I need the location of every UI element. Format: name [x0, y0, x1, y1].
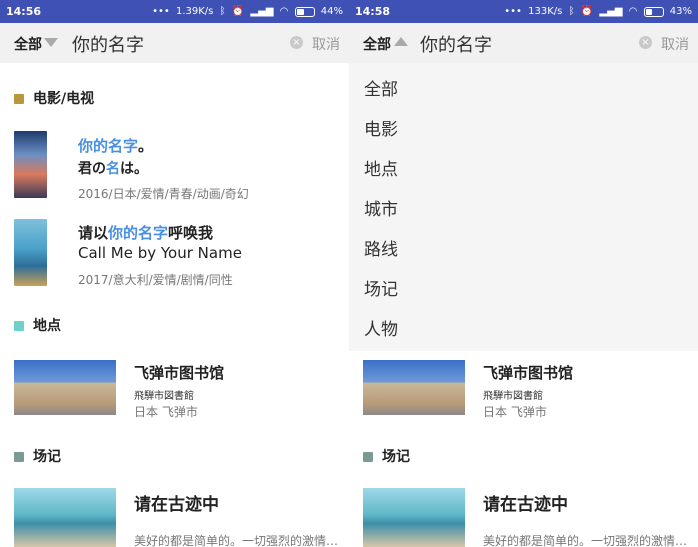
result-subtitle: 飛騨市図書館 — [134, 391, 194, 402]
battery-percent: 43% — [669, 6, 692, 17]
battery-icon — [643, 6, 664, 17]
clear-icon[interactable]: × — [639, 36, 652, 49]
scope-option-place[interactable]: 地点 — [364, 155, 398, 180]
alarm-icon: ⏰ — [580, 6, 594, 17]
chevron-down-icon[interactable] — [44, 38, 58, 47]
scope-option-all[interactable]: 全部 — [364, 75, 398, 100]
section-title: 场记 — [382, 449, 410, 465]
result-subtitle: Call Me by Your Name — [78, 244, 242, 262]
battery-fill — [296, 8, 304, 15]
place-image — [14, 360, 116, 415]
status-bar: 14:56 ••• 1.39K/s ᛒ ⏰ ▂▄▆ ◠ 44% — [0, 0, 349, 23]
wifi-icon: ◠ — [628, 6, 638, 17]
section-title: 地点 — [33, 318, 61, 334]
scope-option-route[interactable]: 路线 — [364, 235, 398, 260]
network-speed: 133K/s — [528, 6, 563, 17]
scope-selector[interactable]: 全部 — [14, 34, 42, 54]
result-subtitle: 君の名は。 — [78, 161, 148, 177]
signal-icon: ▂▄▆ — [599, 6, 623, 17]
scope-option-movie[interactable]: 电影 — [364, 115, 398, 140]
scope-selector[interactable]: 全部 — [363, 34, 391, 54]
clear-icon[interactable]: × — [290, 36, 303, 49]
search-bar: 全部 你的名字 × 取消 — [0, 23, 349, 63]
section-title: 电影/电视 — [33, 91, 95, 107]
search-input[interactable]: 你的名字 — [420, 31, 492, 57]
section-marker — [14, 452, 24, 462]
result-title: 请以你的名字呼唤我 — [78, 224, 214, 242]
signal-icon: ▂▄▆ — [250, 6, 274, 17]
result-meta: 2017/意大利/爱情/剧情/同性 — [78, 273, 233, 287]
result-title: 请在古迹中 — [134, 495, 219, 515]
scene-image — [14, 488, 116, 547]
scope-option-city[interactable]: 城市 — [364, 195, 398, 220]
result-subtitle: 飛騨市図書館 — [483, 391, 543, 402]
battery-percent: 44% — [320, 6, 343, 17]
section-marker — [363, 452, 373, 462]
search-bar: 全部 你的名字 × 取消 — [349, 23, 698, 63]
search-input[interactable]: 你的名字 — [72, 31, 144, 57]
scope-option-person[interactable]: 人物 — [364, 315, 398, 340]
battery-icon — [294, 6, 315, 17]
result-meta: 2016/日本/爱情/青春/动画/奇幻 — [78, 187, 249, 201]
result-description: 美好的都是简单的。一切强烈的激情… — [483, 534, 688, 547]
battery-fill — [645, 8, 653, 15]
poster-image — [14, 219, 47, 286]
scope-dropdown-screen: 14:58 ••• 133K/s ᛒ ⏰ ▂▄▆ ◠ 43% 全部 你的名字 ×… — [349, 0, 698, 547]
section-title: 场记 — [33, 449, 61, 465]
result-title: 飞弹市图书馆 — [134, 364, 225, 382]
chevron-up-icon[interactable] — [394, 37, 408, 46]
section-marker — [14, 94, 24, 104]
network-speed: 1.39K/s — [175, 6, 214, 17]
more-dots-icon: ••• — [504, 6, 522, 17]
place-image — [363, 360, 465, 415]
result-title: 飞弹市图书馆 — [483, 364, 574, 382]
scope-option-scene[interactable]: 场记 — [364, 275, 398, 300]
scope-dropdown-menu: 全部 电影 地点 城市 路线 场记 人物 — [349, 63, 698, 351]
alarm-icon: ⏰ — [231, 6, 245, 17]
poster-image — [14, 131, 47, 198]
result-title: 你的名字。 — [78, 137, 154, 155]
status-bar: 14:58 ••• 133K/s ᛒ ⏰ ▂▄▆ ◠ 43% — [349, 0, 698, 23]
result-location: 日本 飞弹市 — [483, 405, 547, 419]
wifi-icon: ◠ — [279, 6, 289, 17]
result-location: 日本 飞弹市 — [134, 405, 198, 419]
status-time: 14:58 — [355, 5, 391, 18]
status-time: 14:56 — [6, 5, 42, 18]
more-dots-icon: ••• — [152, 6, 170, 17]
cancel-button[interactable]: 取消 — [661, 34, 689, 54]
cancel-button[interactable]: 取消 — [312, 34, 340, 54]
bluetooth-icon: ᛒ — [568, 6, 575, 17]
search-results-screen: 14:56 ••• 1.39K/s ᛒ ⏰ ▂▄▆ ◠ 44% 全部 你的名字 … — [0, 0, 349, 547]
section-marker — [14, 321, 24, 331]
result-description: 美好的都是简单的。一切强烈的激情… — [134, 534, 339, 547]
result-title: 请在古迹中 — [483, 495, 568, 515]
bluetooth-icon: ᛒ — [219, 6, 226, 17]
scene-image — [363, 488, 465, 547]
